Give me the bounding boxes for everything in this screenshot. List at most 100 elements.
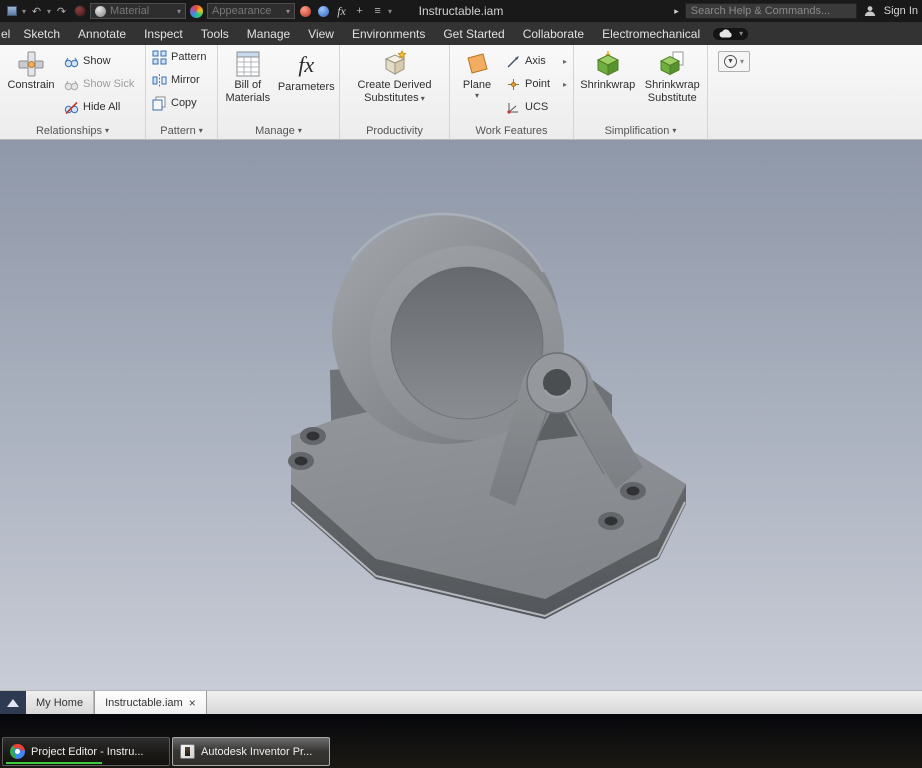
tab-instructable-label: Instructable.iam (105, 697, 183, 709)
cloud-caret-icon: ▾ (739, 29, 743, 38)
inventor-app-window: ▾ ↶ ▾ ↷ Material ▾ Appearance ▾ fx + ≡ ▾… (0, 0, 922, 768)
create-derived-substitutes-button[interactable]: Create Derived Substitutes (345, 48, 445, 122)
model-viewport[interactable] (0, 140, 922, 690)
show-sick-button[interactable]: Show Sick (61, 76, 137, 92)
pattern-panel-label[interactable]: Pattern (146, 122, 217, 139)
hide-all-button[interactable]: Hide All (61, 99, 137, 115)
redo-icon[interactable]: ↷ (54, 4, 69, 19)
pattern-icon (152, 50, 167, 65)
copy-icon (152, 96, 167, 111)
measure-plus-icon[interactable]: + (352, 4, 367, 19)
panel-productivity: Create Derived Substitutes Productivity (340, 45, 450, 139)
shrinkwrap-label: Shrinkwrap (580, 79, 635, 91)
shrinkwrap-substitute-button[interactable]: Shrinkwrap Substitute (641, 48, 704, 122)
create-derived-label-line2: Substitutes (364, 92, 425, 105)
app-menu-caret-icon[interactable]: ▾ (22, 7, 26, 16)
pattern-button[interactable]: Pattern (149, 49, 214, 65)
sign-in-button[interactable]: Sign In (884, 5, 918, 17)
show-button[interactable]: Show (61, 53, 137, 69)
tab-close-icon[interactable]: × (189, 696, 196, 710)
appearance-sphere-blue-icon[interactable] (316, 4, 331, 19)
shrinkwrap-substitute-label-line1: Shrinkwrap (645, 79, 700, 91)
pattern-label: Pattern (171, 51, 206, 63)
constrain-label: Constrain (7, 79, 54, 91)
plane-button[interactable]: Plane (453, 48, 501, 122)
point-label: Point (525, 78, 550, 90)
taskbar-item-project-editor[interactable]: Project Editor - Instru... (2, 737, 170, 766)
search-collapse-icon[interactable]: ▸ (674, 6, 679, 17)
ucs-button[interactable]: UCS (503, 99, 570, 115)
ribbon-tab-environments[interactable]: Environments (343, 22, 434, 45)
appearance-combo[interactable]: Appearance ▾ (207, 3, 295, 19)
taskbar-item-inventor-label: Autodesk Inventor Pr... (201, 746, 312, 758)
create-derived-label-line1: Create Derived (358, 79, 432, 91)
parameters-label: Parameters (278, 81, 335, 93)
material-sphere-icon (95, 6, 106, 17)
show-sick-label: Show Sick (83, 78, 134, 90)
point-flyout-icon[interactable]: ▸ (557, 80, 567, 89)
panel-pattern: Pattern Mirror Copy (146, 45, 218, 139)
appearance-sphere-red-icon[interactable] (298, 4, 313, 19)
hide-all-icon (64, 100, 79, 115)
title-bar: ▾ ↶ ▾ ↷ Material ▾ Appearance ▾ fx + ≡ ▾… (0, 0, 922, 22)
help-search-input[interactable] (685, 3, 857, 19)
panel-relationships: Constrain Show (0, 45, 146, 139)
productivity-panel-label[interactable]: Productivity (340, 122, 449, 139)
ribbon-expander-button[interactable]: ▼ ▾ (718, 51, 750, 72)
constrain-button[interactable]: Constrain (3, 48, 59, 122)
expander-caret-icon: ▾ (740, 57, 744, 66)
ribbon-tab-view[interactable]: View (299, 22, 343, 45)
undo-caret-icon[interactable]: ▾ (47, 7, 51, 16)
shrinkwrap-button[interactable]: Shrinkwrap (577, 48, 639, 122)
ribbon-tab-inspect[interactable]: Inspect (135, 22, 192, 45)
shrinkwrap-substitute-label-line2: Substitute (648, 92, 697, 104)
ribbon-tab-sketch[interactable]: Sketch (14, 22, 69, 45)
manage-panel-label[interactable]: Manage (218, 122, 339, 139)
model-assembly[interactable] (288, 214, 686, 619)
model-3d-view[interactable] (0, 140, 922, 690)
relationships-panel-label[interactable]: Relationships (0, 122, 145, 139)
ribbon-tab-bar: el Sketch Annotate Inspect Tools Manage … (0, 22, 922, 45)
browser-panel-toggle[interactable] (0, 691, 26, 714)
taskbar-item-inventor[interactable]: Autodesk Inventor Pr... (172, 737, 330, 766)
axis-label: Axis (525, 55, 546, 67)
ribbon-tab-assemble[interactable]: el (0, 22, 14, 45)
bill-of-materials-button[interactable]: Bill of Materials (221, 48, 275, 122)
work-features-panel-label[interactable]: Work Features (450, 122, 573, 139)
color-wheel-icon[interactable] (189, 4, 204, 19)
ribbon-tab-annotate[interactable]: Annotate (69, 22, 135, 45)
inventor-icon (180, 744, 195, 759)
simplification-panel-label[interactable]: Simplification (574, 122, 707, 139)
axis-flyout-icon[interactable]: ▸ (557, 57, 567, 66)
parameters-button[interactable]: fx Parameters (277, 48, 336, 122)
expander-icon: ▼ (724, 55, 737, 68)
ribbon-tab-collaborate[interactable]: Collaborate (514, 22, 593, 45)
a360-cloud-icon[interactable]: ▾ (713, 28, 748, 40)
undo-icon[interactable]: ↶ (29, 4, 44, 19)
mirror-button[interactable]: Mirror (149, 72, 214, 88)
app-menu-icon[interactable] (4, 4, 19, 19)
tab-my-home-label: My Home (36, 697, 83, 709)
ribbon-tab-get-started[interactable]: Get Started (434, 22, 513, 45)
panel-manage: Bill of Materials fx Parameters Manage (218, 45, 340, 139)
ribbon-tab-tools[interactable]: Tools (192, 22, 238, 45)
tab-instructable[interactable]: Instructable.iam × (94, 691, 207, 714)
axis-icon (506, 54, 521, 69)
hamburger-caret-icon[interactable]: ▾ (388, 7, 392, 16)
material-combo-label: Material (110, 5, 173, 17)
parameters-quick-icon[interactable]: fx (334, 4, 349, 19)
copy-button[interactable]: Copy (149, 95, 214, 111)
update-icon[interactable] (72, 4, 87, 19)
taskbar-progress-indicator (6, 762, 102, 764)
point-button[interactable]: Point ▸ (503, 76, 570, 92)
tab-my-home[interactable]: My Home (26, 691, 94, 714)
ribbon-tab-manage[interactable]: Manage (238, 22, 299, 45)
axis-button[interactable]: Axis ▸ (503, 53, 570, 69)
hamburger-icon[interactable]: ≡ (370, 4, 385, 19)
show-icon (64, 54, 79, 69)
material-combo[interactable]: Material ▾ (90, 3, 186, 19)
ribbon-tab-electromechanical[interactable]: Electromechanical (593, 22, 709, 45)
mirror-label: Mirror (171, 74, 200, 86)
constrain-icon (17, 50, 45, 78)
shrinkwrap-substitute-icon (658, 50, 686, 78)
